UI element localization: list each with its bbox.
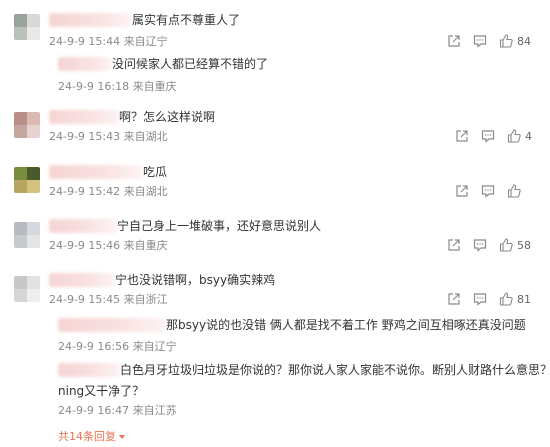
like-button[interactable]	[507, 184, 521, 198]
share-icon	[448, 239, 460, 251]
comment-date: 24-9-9 15:46	[49, 239, 121, 252]
avatar[interactable]	[14, 112, 40, 138]
comment-meta: 24-9-9 15:45 来自浙江	[49, 293, 168, 306]
reply-meta: 24-9-9 16:18 来自重庆	[58, 80, 177, 93]
comment-location: 来自重庆	[123, 239, 168, 252]
comment-text: 宁也没说错啊，bsyy确实辣鸡	[115, 273, 276, 287]
share-button[interactable]	[447, 292, 461, 306]
comment-text: 啊？怎么这样说啊	[119, 110, 216, 124]
username-redacted[interactable]	[49, 110, 119, 124]
comment-icon	[473, 293, 487, 306]
more-replies-label: 共14条回复	[58, 430, 116, 443]
thumbs-up-icon	[507, 184, 521, 198]
reply-location: 来自辽宁	[132, 340, 177, 353]
like-button[interactable]: 81	[499, 292, 531, 306]
comment-location: 来自湖北	[123, 130, 168, 143]
like-count: 81	[517, 292, 531, 306]
comment-icon	[481, 130, 495, 143]
reply-text-line2: ning又干净了？	[58, 384, 145, 398]
comment-meta: 24-9-9 15:46 来自重庆	[49, 239, 168, 252]
comment-actions: 4	[455, 129, 532, 143]
share-button[interactable]	[447, 34, 461, 48]
reply-meta: 24-9-9 16:47 来自江苏	[58, 404, 177, 417]
reply-date: 24-9-9 16:18	[58, 80, 130, 93]
reply-date: 24-9-9 16:56	[58, 340, 130, 353]
share-icon	[456, 130, 468, 142]
thumbs-up-icon	[507, 129, 521, 143]
comment-icon	[473, 35, 487, 48]
share-icon	[448, 35, 460, 47]
reply-meta: 24-9-9 16:56 来自辽宁	[58, 340, 177, 353]
comment-text: 吃瓜	[143, 165, 168, 179]
comment-meta: 24-9-9 15:42 来自湖北	[49, 185, 168, 198]
reply-text: 没问候家人都已经算不错的了	[112, 57, 269, 71]
more-replies-link[interactable]: 共14条回复	[58, 428, 125, 444]
reply-text-line1: 白色月牙垃圾归垃圾是你说的？那你说人家人家能不说你。断别人财路什么意思？	[120, 363, 550, 377]
comment-button[interactable]	[473, 292, 487, 306]
comment-button[interactable]	[473, 34, 487, 48]
comment-actions: 81	[447, 292, 531, 306]
like-button[interactable]: 58	[499, 238, 531, 252]
reply-date: 24-9-9 16:47	[58, 404, 130, 417]
like-count: 4	[525, 129, 532, 143]
share-button[interactable]	[447, 238, 461, 252]
username-redacted[interactable]	[58, 363, 120, 377]
thumbs-up-icon	[499, 292, 513, 306]
comment-button[interactable]	[481, 129, 495, 143]
comment-button[interactable]	[473, 238, 487, 252]
thumbs-up-icon	[499, 34, 513, 48]
comment-actions: 84	[447, 34, 531, 48]
reply-text: 那bsyy说的也没错 俩人都是找不着工作 野鸡之间互相啄还真没问题	[166, 318, 526, 332]
comment-button[interactable]	[481, 184, 495, 198]
share-icon	[448, 293, 460, 305]
thumbs-up-icon	[499, 238, 513, 252]
like-button[interactable]: 4	[507, 129, 532, 143]
username-redacted[interactable]	[58, 57, 112, 71]
reply-location: 来自江苏	[132, 404, 177, 417]
share-button[interactable]	[455, 129, 469, 143]
comment-text: 属实有点不尊重人了	[132, 13, 241, 27]
comment-meta: 24-9-9 15:44 来自辽宁	[49, 35, 168, 48]
like-count: 58	[517, 238, 531, 252]
avatar[interactable]	[14, 222, 40, 248]
username-redacted[interactable]	[58, 318, 166, 332]
comment-actions: 58	[447, 238, 531, 252]
avatar[interactable]	[14, 14, 40, 40]
avatar[interactable]	[14, 167, 40, 193]
comment-date: 24-9-9 15:43	[49, 130, 121, 143]
share-button[interactable]	[455, 184, 469, 198]
reply-location: 来自重庆	[132, 80, 177, 93]
comment-date: 24-9-9 15:45	[49, 293, 121, 306]
comment-actions	[455, 184, 521, 198]
username-redacted[interactable]	[49, 13, 131, 27]
comment-meta: 24-9-9 15:43 来自湖北	[49, 130, 168, 143]
comment-icon	[473, 239, 487, 252]
username-redacted[interactable]	[49, 219, 117, 233]
comment-location: 来自辽宁	[123, 35, 168, 48]
share-icon	[456, 185, 468, 197]
comment-date: 24-9-9 15:42	[49, 185, 121, 198]
comment-icon	[481, 185, 495, 198]
avatar[interactable]	[14, 276, 40, 302]
comment-location: 来自浙江	[123, 293, 168, 306]
like-count: 84	[517, 34, 531, 48]
comment-text: 宁自己身上一堆破事，还好意思说别人	[117, 219, 322, 233]
username-redacted[interactable]	[49, 165, 142, 179]
comment-date: 24-9-9 15:44	[49, 35, 121, 48]
comment-location: 来自湖北	[123, 185, 168, 198]
caret-down-icon	[119, 435, 125, 439]
username-redacted[interactable]	[49, 273, 115, 287]
like-button[interactable]: 84	[499, 34, 531, 48]
